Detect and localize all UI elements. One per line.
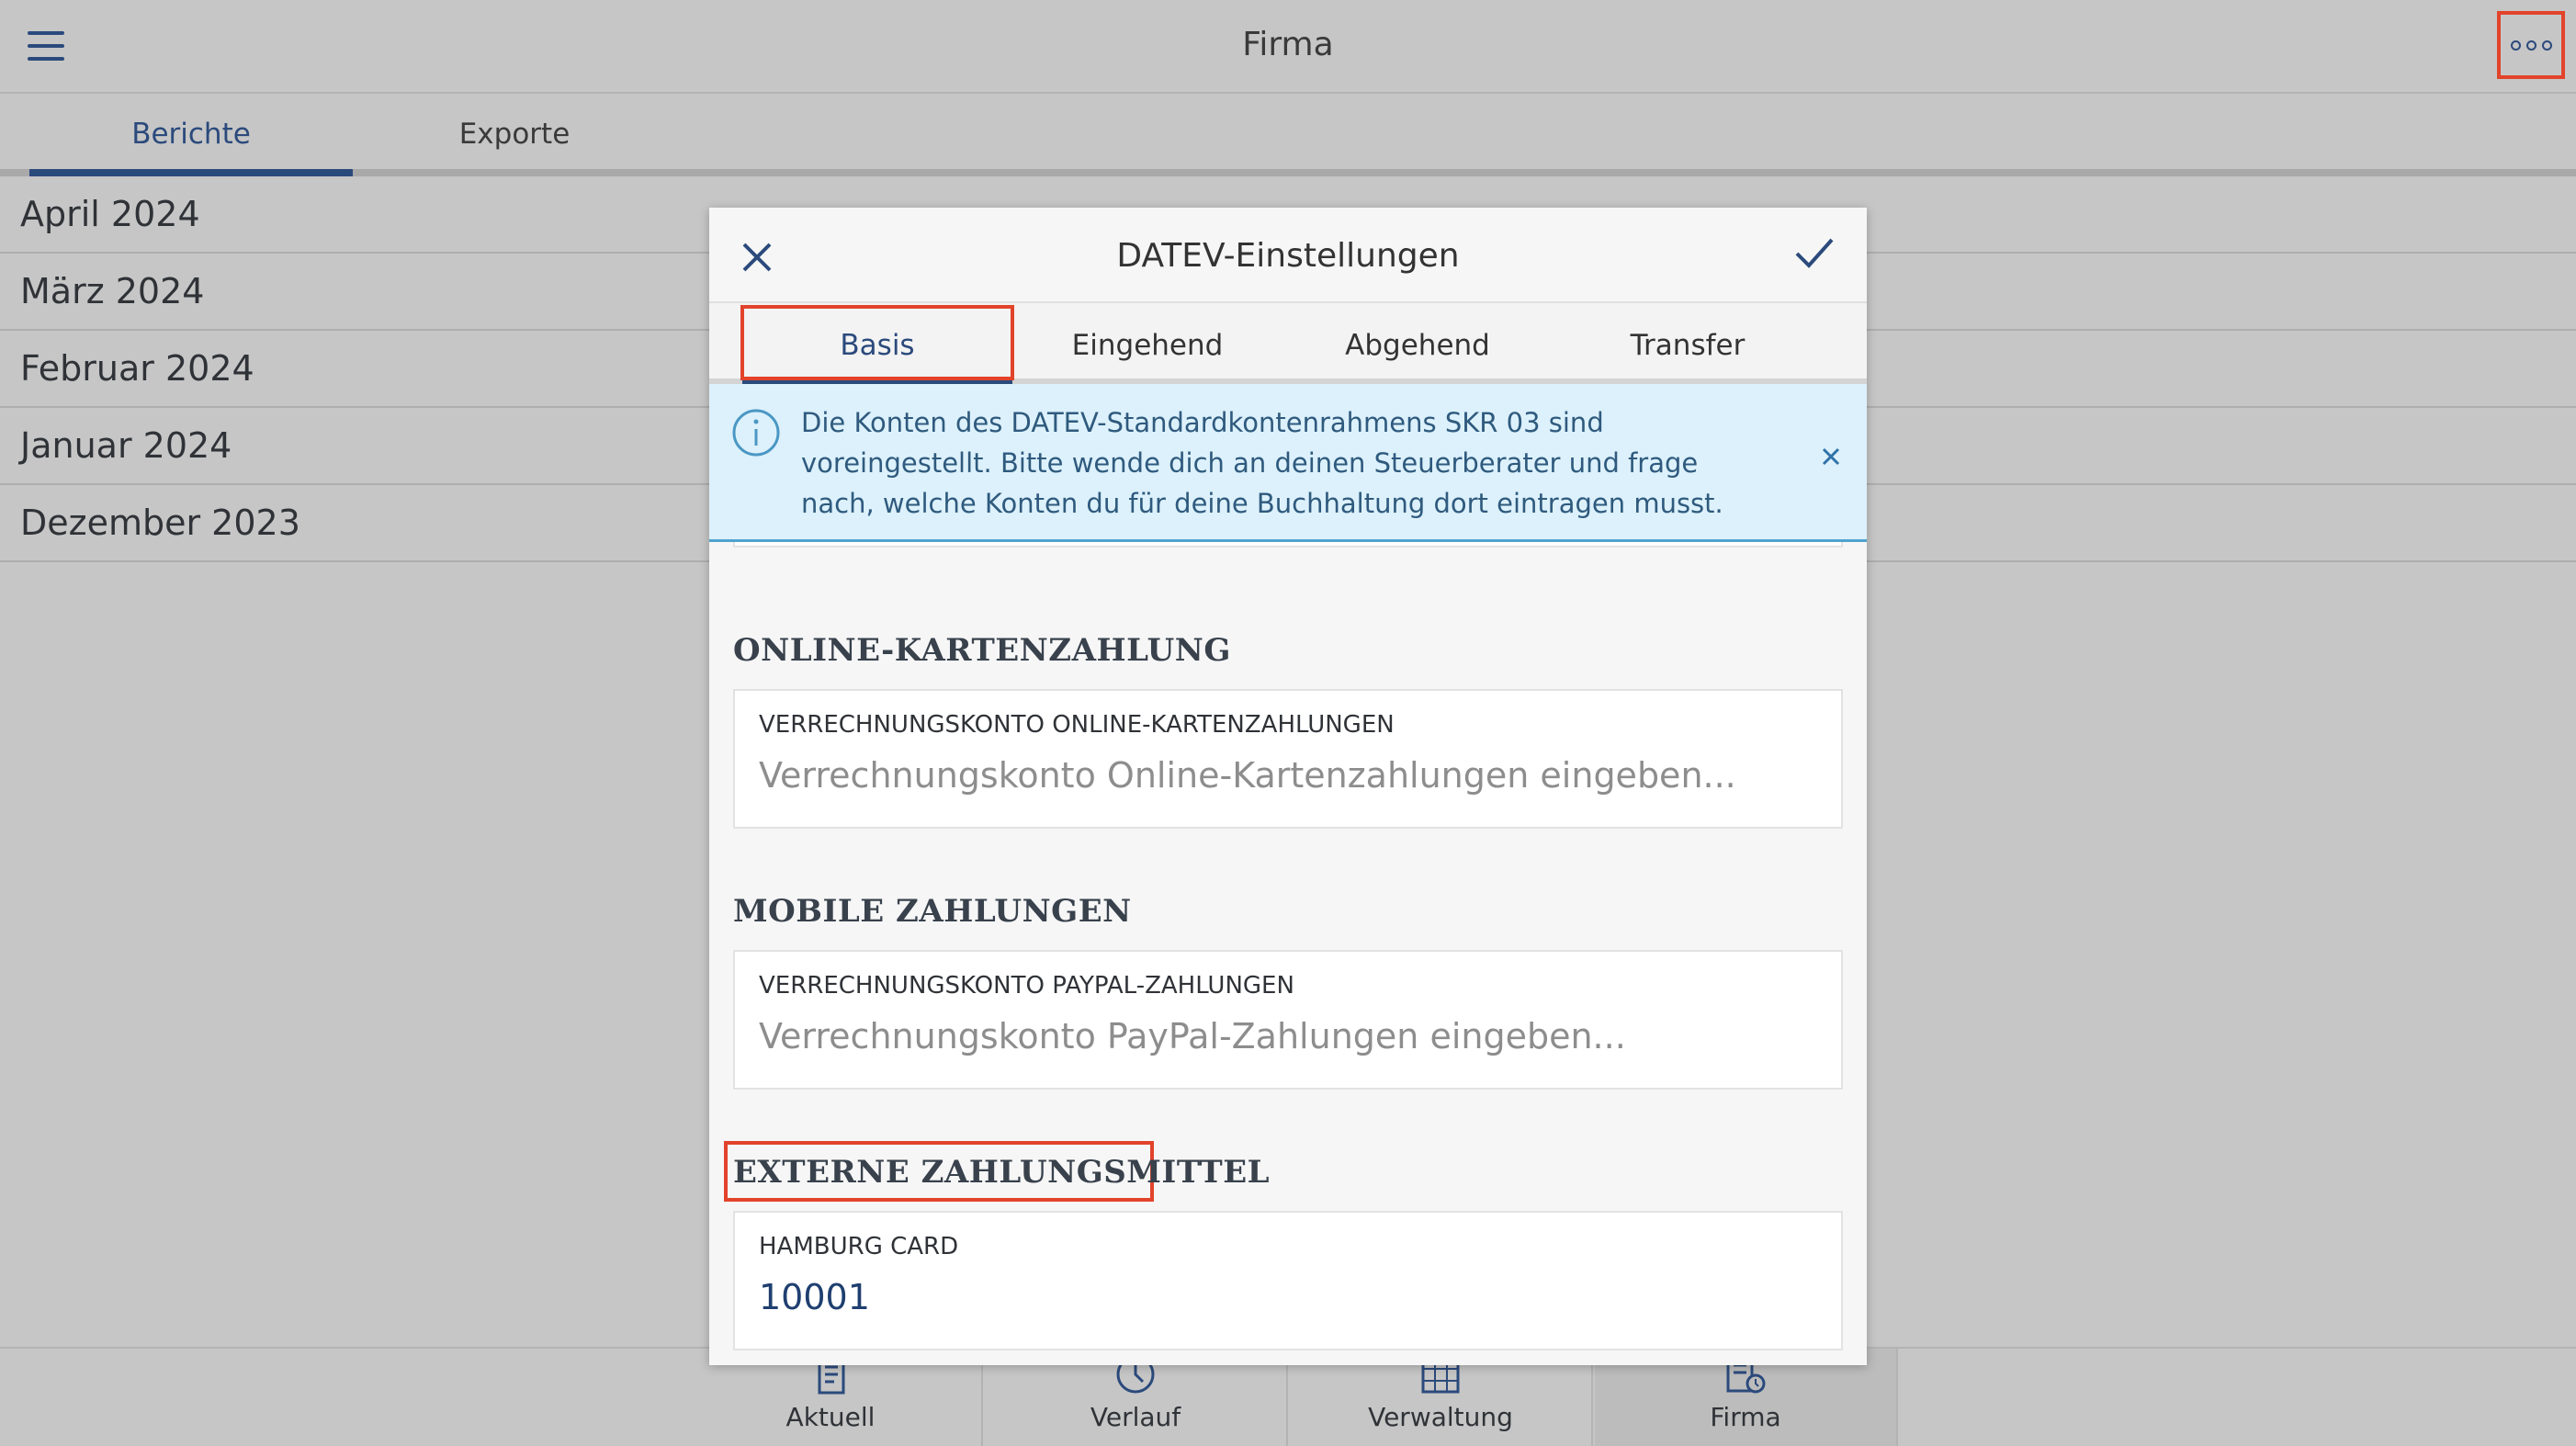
info-banner: Die Konten des DATEV-Standardkontenrahme… xyxy=(709,384,1867,542)
field-label: VERRECHNUNGSKONTO PAYPAL-ZAHLUNGEN xyxy=(759,972,1294,1000)
checkmark-icon[interactable] xyxy=(1793,235,1836,272)
section-title: ONLINE-KARTENZAHLUNG xyxy=(733,632,1231,669)
page-title: Firma xyxy=(1242,26,1334,63)
nav-label: Verwaltung xyxy=(1368,1402,1513,1432)
nav-label: Verlauf xyxy=(1090,1402,1181,1432)
tab-berichte[interactable]: Berichte xyxy=(29,118,353,151)
tab-transfer[interactable]: Transfer xyxy=(1553,329,1823,362)
field-card: VERRECHNUNGSKONTO PAYPAL-ZAHLUNGEN xyxy=(733,950,1843,1090)
tab-abgehend[interactable]: Abgehend xyxy=(1282,329,1553,362)
field-card: HAMBURG CARD xyxy=(733,1211,1843,1350)
field-label: HAMBURG CARD xyxy=(759,1233,959,1260)
dialog-tabs: Basis Eingehend Abgehend Transfer xyxy=(709,303,1867,384)
dialog-header: DATEV-Einstellungen xyxy=(709,208,1867,303)
annotation-highlight xyxy=(740,305,1014,380)
tab-eingehend[interactable]: Eingehend xyxy=(1012,329,1282,362)
more-options-icon[interactable] xyxy=(2497,11,2565,79)
datev-settings-dialog: DATEV-Einstellungen Basis Eingehend Abge… xyxy=(709,208,1867,1365)
report-tabs: Berichte Exporte xyxy=(0,96,2576,176)
app-header: Firma xyxy=(0,0,2576,94)
field-card: VERRECHNUNGSKONTO ONLINE-KARTENZAHLUNGEN xyxy=(733,689,1843,829)
tab-exporte[interactable]: Exporte xyxy=(353,118,676,151)
hamburg-card-input[interactable] xyxy=(759,1277,1815,1317)
nav-label: Firma xyxy=(1710,1402,1781,1432)
nav-label: Aktuell xyxy=(785,1402,876,1432)
section-title: EXTERNE ZAHLUNGSMITTEL xyxy=(733,1154,1271,1191)
close-icon[interactable] xyxy=(1821,446,1841,467)
online-card-account-input[interactable] xyxy=(759,755,1815,796)
dialog-title: DATEV-Einstellungen xyxy=(1116,237,1460,275)
active-tab-indicator xyxy=(29,169,353,176)
section-title: MOBILE ZAHLUNGEN xyxy=(733,893,1132,930)
info-icon xyxy=(731,408,781,458)
paypal-account-input[interactable] xyxy=(759,1016,1815,1056)
info-text: Die Konten des DATEV-Standardkontenrahme… xyxy=(801,407,1723,519)
field-label: VERRECHNUNGSKONTO ONLINE-KARTENZAHLUNGEN xyxy=(759,711,1395,739)
